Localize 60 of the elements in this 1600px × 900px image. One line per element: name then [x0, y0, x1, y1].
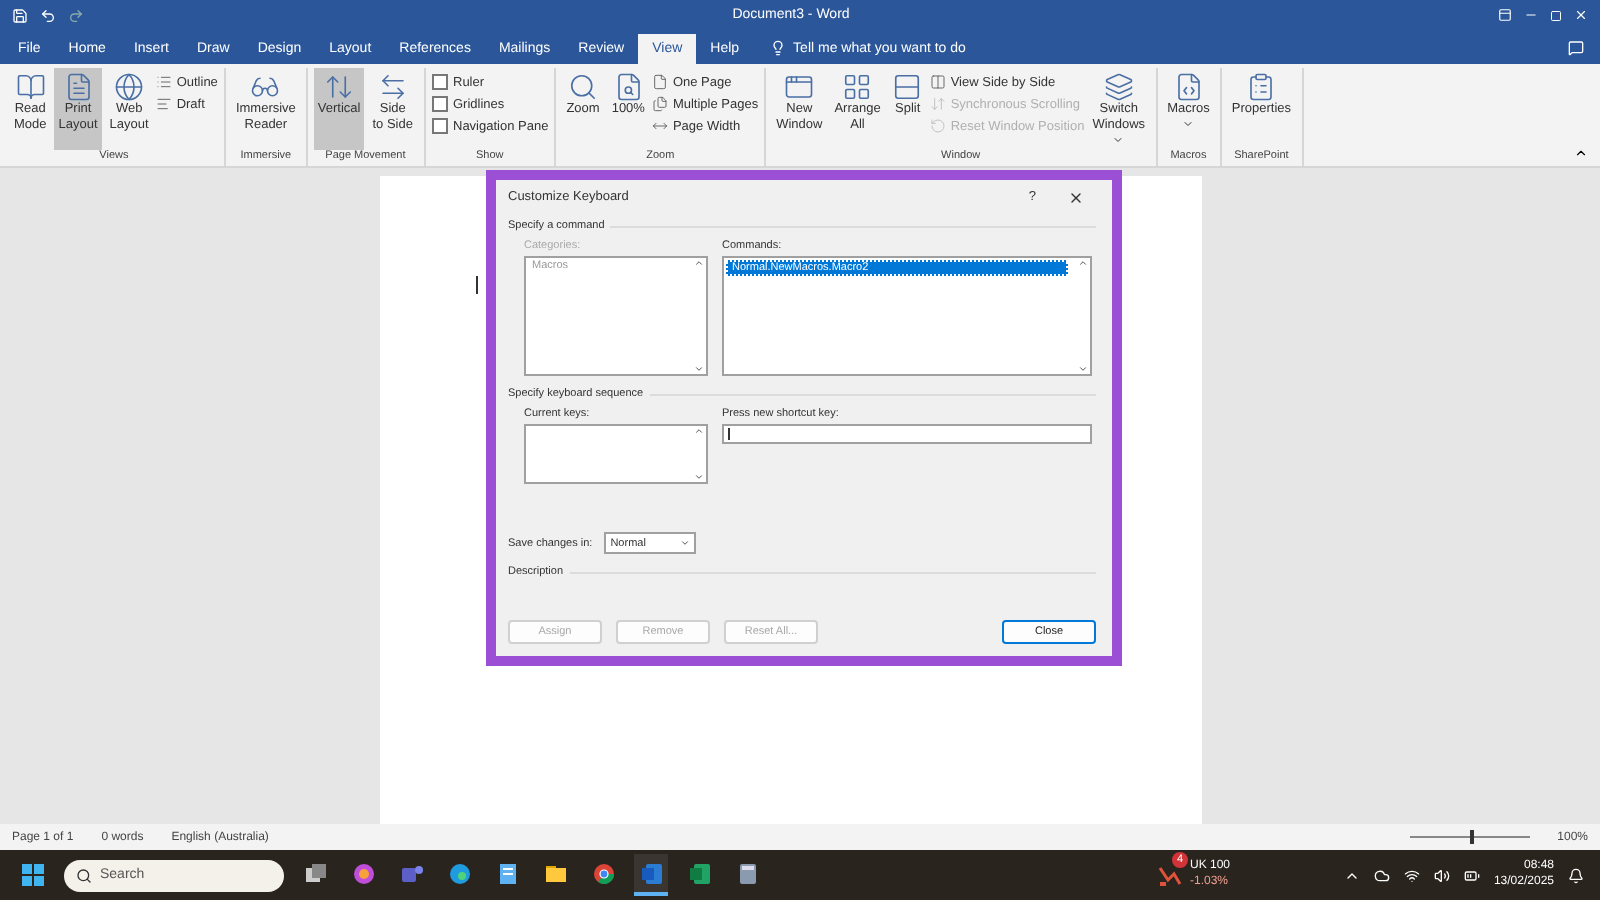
scroll-up-icon[interactable] [693, 258, 703, 268]
magnifier-icon [568, 72, 599, 102]
up-down-arrows-icon [930, 96, 947, 112]
folder-icon [543, 861, 567, 885]
current-keys-list[interactable] [524, 424, 708, 484]
battery-icon[interactable] [1463, 867, 1480, 883]
window-icon [784, 72, 815, 102]
save-icon[interactable] [12, 7, 28, 23]
page-icon [63, 72, 94, 102]
start-button[interactable] [16, 858, 50, 892]
width-arrows-icon [652, 118, 669, 134]
volume-icon[interactable] [1433, 867, 1450, 883]
page-magnifier-icon [613, 72, 644, 102]
list-icon [156, 74, 173, 90]
bell-icon[interactable] [1568, 867, 1584, 883]
horizontal-arrows-icon [377, 72, 408, 102]
clipboard-icon [1246, 72, 1277, 102]
scroll-up-icon[interactable] [1077, 258, 1087, 268]
shortcut-input[interactable] [722, 424, 1092, 444]
undo-icon[interactable] [40, 7, 56, 23]
globe-icon [114, 72, 145, 102]
checkbox[interactable] [431, 74, 447, 90]
glasses-icon [250, 72, 281, 102]
windows-stack-icon [303, 861, 327, 885]
comments-icon[interactable] [1568, 40, 1584, 56]
minimize-icon[interactable] [1524, 8, 1538, 22]
split-rows-icon [892, 72, 923, 102]
close-icon[interactable] [1068, 189, 1084, 205]
vertical-arrows-icon [324, 72, 355, 102]
grid-icon [842, 72, 873, 102]
scroll-up-icon[interactable] [693, 426, 703, 436]
pages-icon [652, 96, 669, 112]
page-icon [652, 74, 669, 90]
search-icon [76, 867, 92, 883]
chart-down-icon[interactable] [1158, 863, 1182, 887]
zoom-slider-thumb[interactable] [1469, 830, 1474, 844]
scroll-down-icon[interactable] [693, 364, 703, 374]
columns-icon [930, 74, 947, 90]
checkbox[interactable] [431, 118, 447, 134]
wifi-icon[interactable] [1403, 867, 1420, 883]
checkbox[interactable] [431, 96, 447, 112]
cloud-icon[interactable] [1373, 867, 1390, 883]
text-cursor [476, 276, 478, 294]
scroll-down-icon[interactable] [693, 472, 703, 482]
redo-icon[interactable] [68, 7, 84, 23]
reset-icon [930, 118, 947, 134]
book-icon [15, 72, 46, 102]
code-page-icon [1173, 72, 1204, 102]
maximize-icon[interactable] [1550, 9, 1562, 21]
notepad-icon [495, 861, 519, 885]
layers-icon [1103, 72, 1134, 102]
document-icon [639, 861, 663, 885]
lines-icon [156, 96, 173, 112]
lightbulb-icon [769, 40, 786, 56]
ribbon-display-icon[interactable] [1498, 8, 1512, 22]
calculator-icon [735, 861, 759, 885]
caret-icon [680, 538, 691, 548]
scroll-down-icon[interactable] [1077, 364, 1087, 374]
collapse-icon[interactable] [1574, 146, 1588, 160]
spreadsheet-icon [687, 861, 711, 885]
